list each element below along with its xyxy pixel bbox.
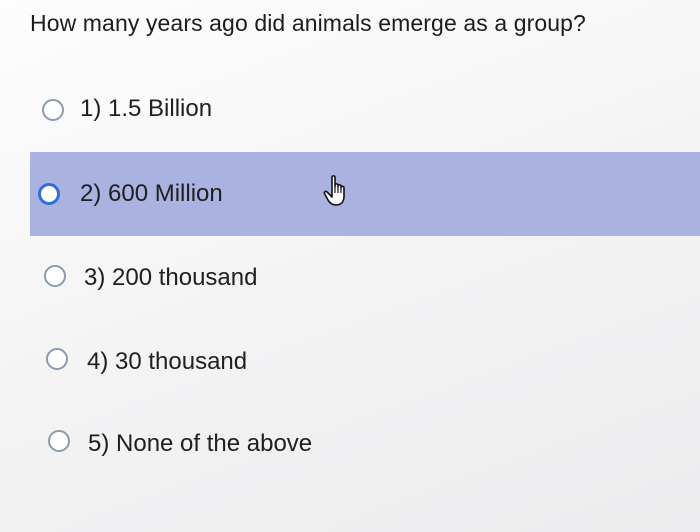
- radio-button-3[interactable]: [44, 265, 66, 287]
- option-2[interactable]: 2) 600 Million: [30, 152, 700, 236]
- option-3[interactable]: 3) 200 thousand: [0, 236, 700, 320]
- option-5[interactable]: 5) None of the above: [0, 402, 700, 486]
- radio-button-4[interactable]: [46, 348, 68, 370]
- option-5-label: 5) None of the above: [88, 430, 313, 457]
- option-1[interactable]: 1) 1.5 Billion: [0, 68, 700, 152]
- option-3-label: 3) 200 thousand: [84, 264, 258, 291]
- option-2-label: 2) 600 Million: [80, 180, 223, 207]
- radio-button-5[interactable]: [48, 430, 70, 452]
- option-4[interactable]: 4) 30 thousand: [0, 320, 700, 404]
- radio-button-1[interactable]: [42, 99, 64, 121]
- option-1-label: 1) 1.5 Billion: [80, 95, 213, 122]
- radio-button-2[interactable]: [38, 183, 60, 205]
- question-text: How many years ago did animals emerge as…: [30, 10, 586, 36]
- hand-pointer-icon: [323, 175, 345, 206]
- option-4-label: 4) 30 thousand: [87, 348, 248, 375]
